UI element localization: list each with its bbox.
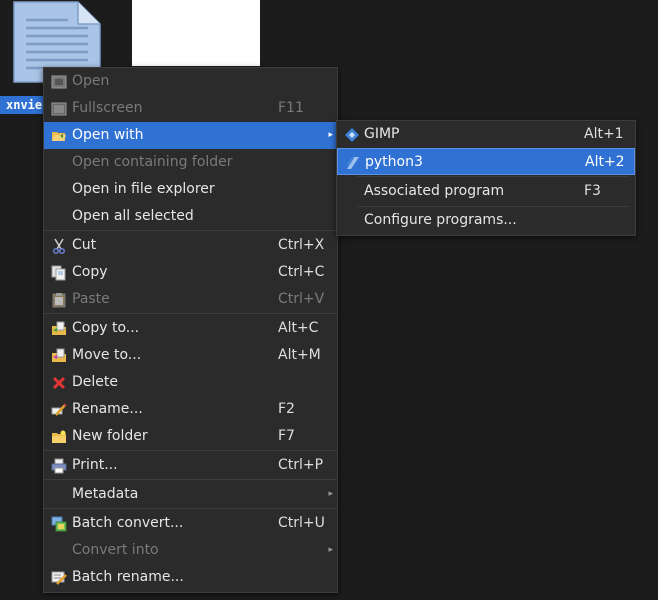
menu-separator (44, 508, 337, 509)
menu-item-move-to[interactable]: Move to... Alt+M (44, 342, 337, 369)
new-folder-icon (52, 430, 66, 443)
submenu-item-configure-programs[interactable]: Configure programs... (337, 207, 635, 234)
delete-icon (52, 376, 66, 390)
open-icon (51, 75, 67, 89)
menu-item-print[interactable]: Print... Ctrl+P (44, 452, 337, 479)
copy-to-icon (52, 321, 66, 335)
context-menu: Open Fullscreen F11 Open with ▸ Open con… (43, 67, 338, 593)
copy-icon (51, 265, 66, 281)
fullscreen-icon (51, 102, 67, 116)
menu-item-delete[interactable]: Delete (44, 369, 337, 396)
folder-open-icon (52, 132, 66, 141)
submenu-item-python3[interactable]: python3 Alt+2 (337, 148, 635, 175)
batch-convert-icon (51, 516, 67, 532)
move-to-icon (52, 348, 66, 362)
open-with-submenu: GIMP Alt+1 python3 Alt+2 Associated prog… (336, 120, 636, 236)
chevron-right-icon: ▸ (328, 130, 333, 140)
printer-icon (51, 458, 67, 474)
chevron-right-icon: ▸ (328, 489, 333, 499)
gimp-icon (345, 128, 359, 142)
chevron-right-icon: ▸ (328, 545, 333, 555)
menu-item-rename[interactable]: Rename... F2 (44, 396, 337, 423)
menu-item-open-all-selected[interactable]: Open all selected (44, 203, 337, 230)
menu-separator (44, 479, 337, 480)
menu-separator (44, 450, 337, 451)
submenu-item-associated-program[interactable]: Associated program F3 (337, 178, 635, 205)
file-name-label[interactable]: xnvie (0, 96, 47, 114)
batch-rename-icon (51, 571, 67, 585)
menu-item-open[interactable]: Open (44, 68, 337, 95)
menu-item-fullscreen[interactable]: Fullscreen F11 (44, 95, 337, 122)
python-icon (347, 157, 359, 169)
menu-item-new-folder[interactable]: New folder F7 (44, 423, 337, 450)
menu-item-paste[interactable]: Paste Ctrl+V (44, 286, 337, 313)
image-thumbnail[interactable] (132, 0, 260, 66)
rename-icon (51, 403, 67, 416)
menu-item-open-with[interactable]: Open with ▸ (44, 122, 337, 149)
menu-item-convert-into[interactable]: Convert into ▸ (44, 537, 337, 564)
menu-item-copy[interactable]: Copy Ctrl+C (44, 259, 337, 286)
menu-item-metadata[interactable]: Metadata ▸ (44, 481, 337, 508)
menu-item-open-containing-folder[interactable]: Open containing folder (44, 149, 337, 176)
submenu-item-gimp[interactable]: GIMP Alt+1 (337, 121, 635, 148)
paste-icon (52, 293, 66, 308)
menu-separator (44, 313, 337, 314)
menu-item-copy-to[interactable]: Copy to... Alt+C (44, 315, 337, 342)
menu-separator (44, 230, 337, 231)
menu-item-cut[interactable]: Cut Ctrl+X (44, 232, 337, 259)
menu-item-batch-convert[interactable]: Batch convert... Ctrl+U (44, 510, 337, 537)
menu-item-open-in-file-explorer[interactable]: Open in file explorer (44, 176, 337, 203)
scissors-icon (52, 238, 66, 254)
menu-separator (357, 176, 629, 177)
menu-item-batch-rename[interactable]: Batch rename... (44, 564, 337, 591)
